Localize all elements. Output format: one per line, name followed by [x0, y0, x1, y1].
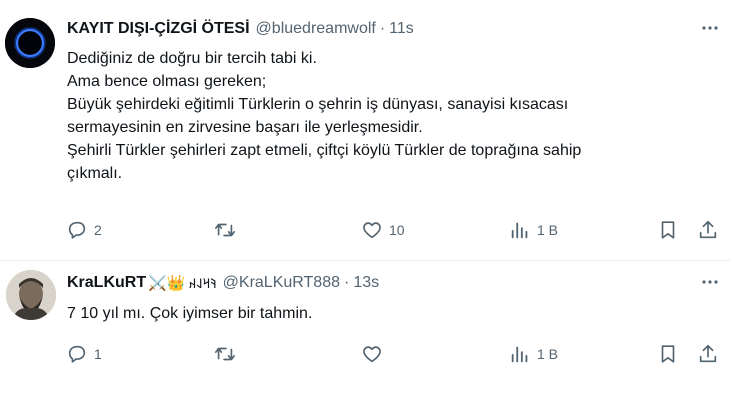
reply-count: 2 [94, 222, 102, 238]
views-button[interactable]: 1 B [509, 343, 558, 365]
reply-button[interactable]: 2 [66, 219, 102, 241]
share-icon [699, 220, 717, 239]
tweet-header: KraLKuRT ⚔️👑 𐰚𐰺𐰞𐰴 @KraLKuRT888 · 13s [67, 274, 379, 292]
tweet-line: Büyük şehirdeki eğitimli Türklerin o şeh… [67, 96, 569, 113]
reply-icon [68, 221, 86, 239]
bookmark-button[interactable] [657, 343, 679, 365]
more-horizontal-icon[interactable] [700, 272, 720, 297]
tweet-text: 7 10 yıl mı. Çok iyimser bir tahmin. [67, 302, 717, 325]
like-button[interactable] [361, 343, 389, 365]
name-emojis: ⚔️👑 [148, 275, 186, 292]
tweet-actions: 1 1 B [0, 343, 730, 367]
retweet-button[interactable] [214, 343, 242, 365]
tweet-line: Dediğiniz de doğru bir tercih tabi ki. [67, 50, 317, 67]
name-script: 𐰚𐰺𐰞𐰴 [188, 277, 217, 292]
view-count: 1 B [537, 346, 559, 362]
tweet-text: Dediğiniz de doğru bir tercih tabi ki. A… [67, 47, 717, 185]
reply-button[interactable]: 1 [66, 343, 102, 365]
like-icon [363, 346, 381, 363]
avatar[interactable] [5, 18, 55, 68]
tweet-actions: 2 10 1 B [0, 219, 730, 243]
tweet-line: 7 10 yıl mı. Çok iyimser bir tahmin. [67, 305, 313, 322]
views-button[interactable]: 1 B [509, 219, 558, 241]
author-name[interactable]: KraLKuRT [67, 274, 146, 292]
share-button[interactable] [697, 343, 719, 365]
tweet[interactable]: KAYIT DIŞI-ÇİZGİ ÖTESİ @bluedreamwolf · … [0, 0, 730, 261]
share-icon [699, 344, 717, 363]
separator-dot: · [379, 20, 386, 37]
tweet-line: Ama bence olması gereken; [67, 73, 267, 90]
timestamp[interactable]: 13s [353, 274, 379, 292]
like-count: 10 [389, 222, 405, 238]
author-name[interactable]: KAYIT DIŞI-ÇİZGİ ÖTESİ [67, 20, 250, 38]
tweet-header: KAYIT DIŞI-ÇİZGİ ÖTESİ @bluedreamwolf · … [67, 20, 414, 38]
tweet-line: Şehirli Türkler şehirleri zapt etmeli, ç… [67, 142, 582, 159]
avatar[interactable] [6, 270, 56, 320]
separator-dot: · [344, 274, 350, 291]
share-button[interactable] [697, 219, 719, 241]
author-handle[interactable]: @KraLKuRT888 [223, 274, 340, 292]
reply-count: 1 [94, 346, 102, 362]
bookmark-icon [661, 221, 675, 239]
like-button[interactable]: 10 [361, 219, 405, 241]
tweet-line: çıkmalı. [67, 165, 123, 182]
views-icon [511, 222, 528, 239]
author-handle[interactable]: @bluedreamwolf [256, 20, 376, 38]
view-count: 1 B [537, 222, 559, 238]
tweet-line: sermayesinin en zirvesine başarı ile yer… [67, 119, 423, 136]
retweet-button[interactable] [214, 219, 242, 241]
retweet-icon [215, 347, 235, 361]
like-icon [363, 222, 381, 239]
reply-icon [68, 345, 86, 363]
retweet-icon [215, 223, 235, 237]
tweet[interactable]: KraLKuRT ⚔️👑 𐰚𐰺𐰞𐰴 @KraLKuRT888 · 13s 7 1… [0, 261, 730, 420]
views-icon [511, 346, 528, 363]
timestamp[interactable]: 11s [389, 20, 414, 38]
bookmark-button[interactable] [657, 219, 679, 241]
more-horizontal-icon[interactable] [700, 18, 720, 43]
bookmark-icon [661, 345, 675, 363]
